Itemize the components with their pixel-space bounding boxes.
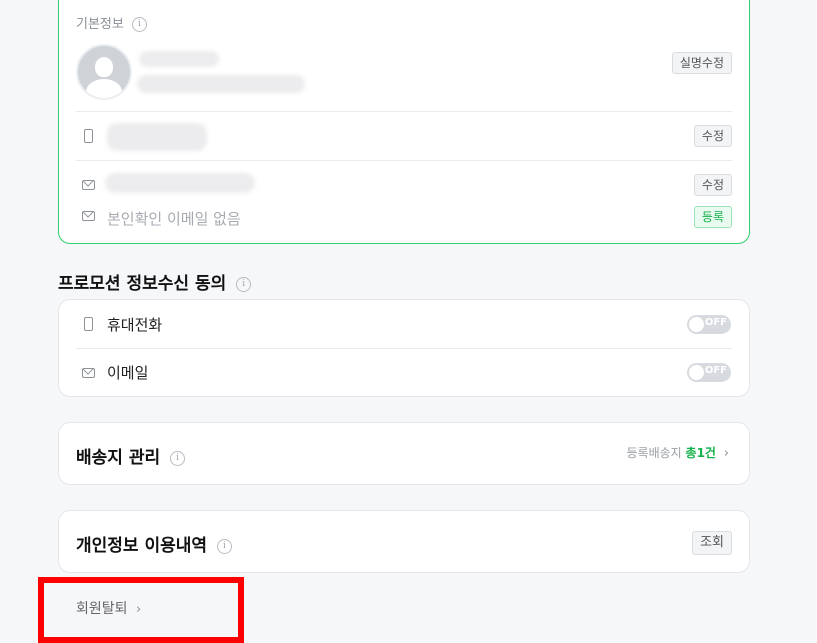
toggle-state: OFF xyxy=(704,317,727,328)
withdraw-label: 회원탈퇴 xyxy=(76,601,128,617)
redacted-id xyxy=(137,75,305,93)
avatar xyxy=(76,44,132,100)
real-name-edit-button[interactable]: 실명수정 xyxy=(671,52,732,74)
withdraw-link[interactable]: 회원탈퇴 › xyxy=(76,598,141,618)
verify-email-register-button[interactable]: 등록 xyxy=(693,206,732,228)
phone-icon xyxy=(84,317,93,331)
promotion-email-label: 이메일 xyxy=(107,364,149,382)
promotion-phone-toggle[interactable]: OFF xyxy=(687,315,731,334)
privacy-title: 개인정보 이용내역 xyxy=(76,536,208,556)
shipping-count: 총1건 xyxy=(685,446,716,460)
promotion-phone-label: 휴대전화 xyxy=(107,316,163,334)
chevron-right-icon: › xyxy=(723,446,729,461)
divider xyxy=(76,160,732,161)
shipping-card[interactable]: 배송지 관리 i 등록배송지 총1건 › xyxy=(58,422,750,485)
divider xyxy=(76,348,732,349)
info-icon[interactable]: i xyxy=(216,538,232,554)
promotion-card: 휴대전화 OFF 이메일 OFF xyxy=(58,299,750,397)
shipping-summary[interactable]: 등록배송지 총1건 › xyxy=(627,444,730,461)
shipping-heading: 배송지 관리 i xyxy=(76,443,186,468)
redacted-phone xyxy=(107,123,207,151)
redacted-name xyxy=(139,51,219,67)
promotion-heading: 프로모션 정보수신 동의 i xyxy=(58,269,252,294)
verify-email-status: 본인확인 이메일 없음 xyxy=(107,210,241,228)
basic-info-heading: 기본정보 i xyxy=(76,13,147,32)
toggle-state: OFF xyxy=(704,365,727,376)
privacy-heading: 개인정보 이용내역 i xyxy=(76,531,232,556)
chevron-right-icon: › xyxy=(135,602,142,617)
promotion-title: 프로모션 정보수신 동의 xyxy=(58,274,227,294)
basic-info-card: 기본정보 i 실명수정 수정 수정 본인확인 이메일 없음 등록 xyxy=(58,0,750,244)
phone-icon xyxy=(84,129,93,143)
redacted-email xyxy=(105,173,255,193)
phone-edit-button[interactable]: 수정 xyxy=(693,125,732,147)
info-icon[interactable]: i xyxy=(236,276,252,292)
mail-icon xyxy=(82,368,95,378)
info-icon[interactable]: i xyxy=(131,17,147,32)
privacy-view-button[interactable]: 조회 xyxy=(692,531,732,555)
mail-icon xyxy=(82,211,95,221)
shipping-title: 배송지 관리 xyxy=(76,448,161,468)
mail-icon xyxy=(82,180,95,190)
basic-info-title: 기본정보 xyxy=(76,17,124,32)
email-edit-button[interactable]: 수정 xyxy=(693,174,732,196)
shipping-registered-label: 등록배송지 xyxy=(626,446,682,460)
privacy-card: 개인정보 이용내역 i 조회 xyxy=(58,510,750,573)
promotion-email-toggle[interactable]: OFF xyxy=(687,363,731,382)
info-icon[interactable]: i xyxy=(170,450,186,466)
divider xyxy=(76,111,732,112)
